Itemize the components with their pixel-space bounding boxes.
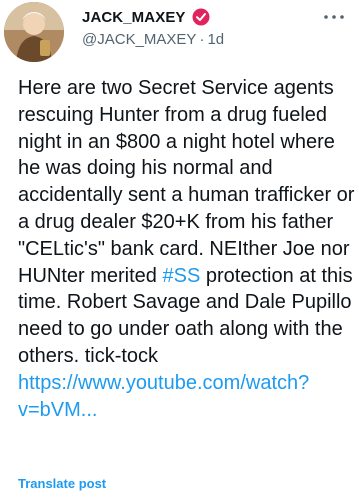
author-handle[interactable]: @JACK_MAXEY <box>82 31 196 48</box>
red-verified-badge-icon <box>192 8 210 26</box>
post-time[interactable]: 1d <box>207 31 224 48</box>
author-name-row: JACK_MAXEY <box>82 8 210 26</box>
avatar-photo <box>4 2 64 62</box>
youtube-link[interactable]: https://www.youtube.com/watch?v=bVM... <box>18 372 309 421</box>
avatar[interactable] <box>4 2 64 62</box>
hashtag-ss[interactable]: #SS <box>162 265 200 287</box>
author-display-name[interactable]: JACK_MAXEY <box>82 9 186 26</box>
author-meta-row: @JACK_MAXEY · 1d <box>82 31 224 48</box>
post-header: JACK_MAXEY @JACK_MAXEY · 1d <box>0 0 359 64</box>
more-dots-icon[interactable] <box>323 10 345 24</box>
translate-post-button[interactable]: Translate post <box>18 476 106 491</box>
post-text-part-1: Here are two Secret Service agents rescu… <box>18 77 355 287</box>
post-text: Here are two Secret Service agents rescu… <box>18 75 356 423</box>
meta-separator: · <box>199 31 205 48</box>
